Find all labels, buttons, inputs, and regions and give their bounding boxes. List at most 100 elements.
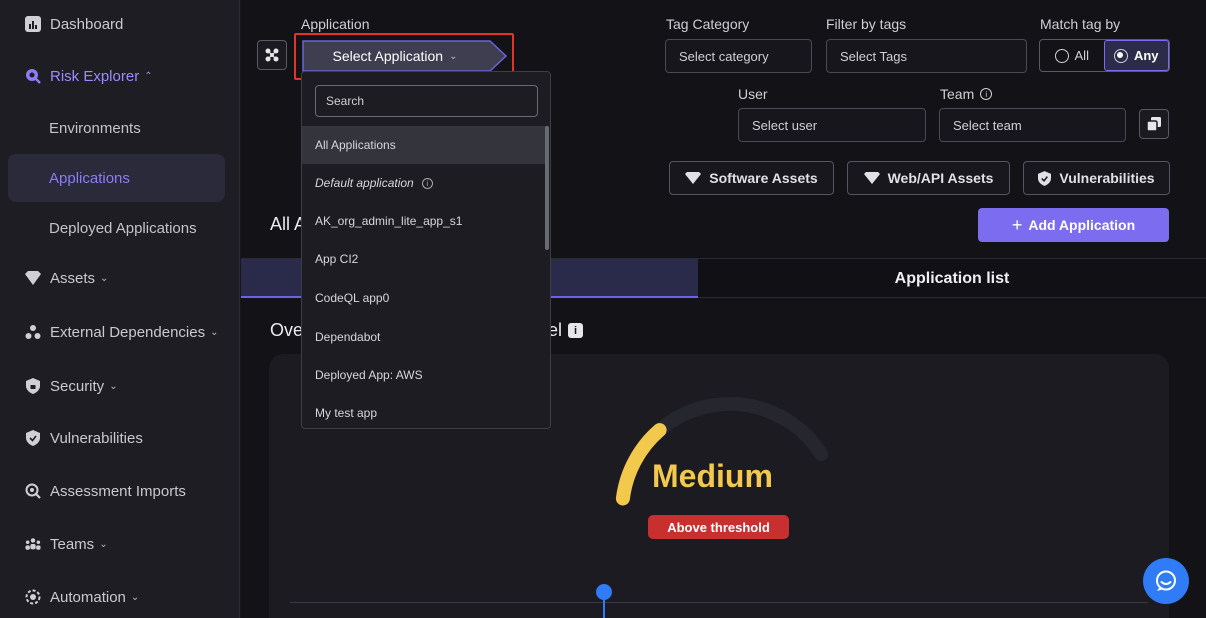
dropdown-item-label: All Applications <box>315 138 396 152</box>
copy-icon <box>1147 117 1161 131</box>
sidebar-item-environments[interactable]: Environments <box>8 104 225 152</box>
chevron-down-icon: ⌄ <box>100 272 109 284</box>
match-any-radio[interactable]: Any <box>1103 40 1169 71</box>
sidebar-item-label: Vulnerabilities <box>50 429 143 447</box>
match-all-radio[interactable]: All <box>1040 40 1104 71</box>
sidebar-item-label: Deployed Applications <box>49 219 197 237</box>
chevron-down-icon: ⌄ <box>99 538 108 550</box>
user-placeholder: Select user <box>752 117 818 133</box>
team-label: Team <box>940 86 975 102</box>
team-select[interactable]: Select team <box>939 108 1126 142</box>
sidebar-item-risk-explorer[interactable]: Risk Explorer ⌃ <box>0 56 240 96</box>
graph-icon <box>265 48 279 62</box>
dropdown-item[interactable]: CodeQL app0 <box>302 279 548 317</box>
add-application-button[interactable]: + Add Application <box>978 208 1169 242</box>
webapi-assets-button[interactable]: Web/API Assets <box>847 161 1010 195</box>
filter-by-tags-select[interactable]: Select Tags <box>826 39 1027 73</box>
user-select[interactable]: Select user <box>738 108 926 142</box>
vulnerabilities-button[interactable]: Vulnerabilities <box>1023 161 1170 195</box>
search-placeholder: Search <box>326 94 365 108</box>
diamond-icon <box>25 270 41 286</box>
search-icon <box>25 68 41 84</box>
radio-selected-icon <box>1113 48 1128 63</box>
chevron-up-icon: ⌃ <box>144 70 153 82</box>
tab-application-list[interactable]: Application list <box>698 259 1206 298</box>
graph-view-button[interactable] <box>257 40 287 70</box>
chevron-down-icon: ⌄ <box>210 326 219 338</box>
application-search-input[interactable]: Search <box>315 85 538 117</box>
match-all-label: All <box>1074 48 1089 63</box>
dropdown-item-label: Dependabot <box>315 330 381 344</box>
sidebar: Dashboard Risk Explorer ⌃ Environments A… <box>0 0 240 618</box>
dropdown-scrollbar[interactable] <box>545 126 549 250</box>
tag-category-label: Tag Category <box>666 16 750 32</box>
tag-category-placeholder: Select category <box>679 48 769 64</box>
timeline-marker-stem <box>603 598 605 618</box>
timeline-axis <box>290 602 1148 603</box>
shield-check-icon <box>1038 170 1052 186</box>
copy-button[interactable] <box>1139 109 1169 139</box>
chevron-down-icon: ⌄ <box>130 591 140 603</box>
match-tag-toggle: All Any <box>1039 39 1170 72</box>
dropdown-item[interactable]: My test app <box>302 394 548 428</box>
lock-shield-icon <box>25 378 41 394</box>
sidebar-item-label: External Dependencies <box>50 323 206 341</box>
info-icon: i <box>980 88 993 100</box>
plus-icon: + <box>1011 214 1023 235</box>
sidebar-item-assessment-imports[interactable]: Assessment Imports <box>0 471 240 511</box>
dropdown-item-label: My test app <box>315 406 378 420</box>
add-application-label: Add Application <box>1028 217 1136 233</box>
user-label: User <box>738 86 768 102</box>
overview-heading-end: el i <box>548 320 584 341</box>
sidebar-item-external-dependencies[interactable]: External Dependencies ⌄ <box>0 312 240 352</box>
sidebar-item-label: Dashboard <box>50 15 124 33</box>
dropdown-item[interactable]: Dependabot <box>302 318 548 356</box>
sidebar-item-assets[interactable]: Assets ⌄ <box>0 258 240 298</box>
diamond-icon <box>863 172 880 184</box>
dropdown-item-label: Default application <box>315 176 414 190</box>
dropdown-item[interactable]: AK_org_admin_lite_app_s1 <box>302 202 548 240</box>
sidebar-item-label: Automation <box>50 588 126 606</box>
dropdown-item-all-applications[interactable]: All Applications <box>302 126 548 164</box>
dropdown-item-label: Deployed App: AWS <box>315 368 423 382</box>
sidebar-item-label: Applications <box>49 169 130 187</box>
tab-application-list-label: Application list <box>894 269 1010 287</box>
sidebar-item-label: Security <box>50 377 105 395</box>
diamond-icon <box>685 172 702 184</box>
vulnerabilities-label: Vulnerabilities <box>1059 170 1155 186</box>
dropdown-item-default-application[interactable]: Default application i <box>302 164 548 202</box>
timeline-marker[interactable] <box>596 584 612 600</box>
sidebar-item-deployed-applications[interactable]: Deployed Applications <box>8 204 225 252</box>
dropdown-item[interactable]: App CI2 <box>302 240 548 278</box>
info-icon: i <box>421 177 433 189</box>
sidebar-item-vulnerabilities[interactable]: Vulnerabilities <box>0 418 240 458</box>
risk-level-value: Medium <box>652 458 773 494</box>
radio-icon <box>1054 48 1069 63</box>
info-icon: i <box>568 323 584 338</box>
dropdown-item[interactable]: Deployed App: AWS <box>302 356 548 394</box>
application-label: Application <box>301 16 370 32</box>
threshold-badge: Above threshold <box>648 515 789 539</box>
tag-category-select[interactable]: Select category <box>665 39 812 73</box>
sidebar-item-teams[interactable]: Teams ⌄ <box>0 524 240 564</box>
sidebar-item-security[interactable]: Security ⌄ <box>0 366 240 406</box>
application-dropdown-menu: Search All Applications Default applicat… <box>301 71 551 429</box>
sidebar-item-label: Assessment Imports <box>50 482 186 500</box>
shield-check-icon <box>25 430 41 446</box>
software-assets-label: Software Assets <box>709 170 818 186</box>
filter-by-tags-placeholder: Select Tags <box>840 48 907 64</box>
sidebar-item-label: Risk Explorer <box>50 67 140 85</box>
chat-icon <box>1156 570 1176 591</box>
sidebar-item-automation[interactable]: Automation ⌄ <box>0 577 240 617</box>
match-tag-by-label: Match tag by <box>1040 16 1121 32</box>
overview-heading-start: Ove <box>270 320 304 340</box>
sidebar-item-dashboard[interactable]: Dashboard <box>0 4 240 44</box>
chat-button[interactable] <box>1143 558 1189 604</box>
people-icon <box>25 536 41 552</box>
dropdown-item-label: AK_org_admin_lite_app_s1 <box>315 214 463 228</box>
software-assets-button[interactable]: Software Assets <box>669 161 834 195</box>
team-placeholder: Select team <box>953 117 1022 133</box>
sidebar-item-applications[interactable]: Applications <box>8 154 225 202</box>
sidebar-item-label: Environments <box>49 119 141 137</box>
network-icon <box>25 324 41 340</box>
